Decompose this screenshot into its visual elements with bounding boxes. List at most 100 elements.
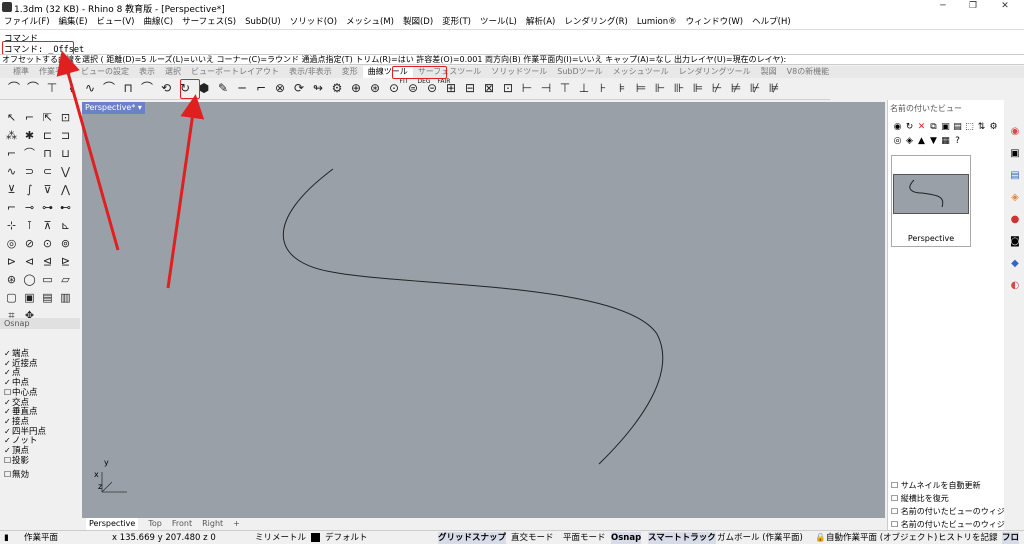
left-tool-icon[interactable]: ▣ — [22, 290, 37, 305]
left-tool-icon[interactable]: ⇱ — [40, 110, 55, 125]
toolbar-tool-icon[interactable]: ∿ — [82, 80, 98, 97]
named-view-tool-icon[interactable]: ↻ — [904, 122, 915, 133]
toolbar-tool-icon[interactable]: ⊮ — [747, 80, 763, 97]
toolbar-tool-icon[interactable]: ⊦ — [595, 80, 611, 97]
maximize-icon[interactable]: ❐ — [966, 1, 980, 13]
toolbar-tool-icon[interactable]: ↬ — [310, 80, 326, 97]
left-tool-icon[interactable]: ⊴ — [40, 254, 55, 269]
camera-icon[interactable]: ◙ — [1009, 236, 1021, 248]
menu-item[interactable]: 解析(A) — [526, 15, 555, 29]
perspective-viewport[interactable]: x y z — [82, 102, 885, 518]
tab-10[interactable]: ソリッドツール — [486, 66, 552, 78]
tab-4[interactable]: 選択 — [160, 66, 186, 78]
menu-item[interactable]: SubD(U) — [245, 15, 281, 29]
osnap-item-12[interactable]: ☐無効 — [4, 468, 29, 480]
left-tool-icon[interactable]: ⊹ — [4, 218, 19, 233]
viewport-tab-4[interactable]: + — [233, 518, 240, 530]
left-tool-icon[interactable]: ⊡ — [58, 110, 73, 125]
menu-item[interactable]: レンダリング(R) — [564, 15, 628, 29]
left-tool-icon[interactable]: ◯ — [22, 272, 37, 287]
osnap-checkbox[interactable]: ☐ — [4, 470, 12, 479]
toolbar-tool-icon[interactable]: ⊟ — [462, 80, 478, 97]
tab-0[interactable]: 標準 — [8, 66, 34, 78]
osnap-item-11[interactable]: ☐投影 — [4, 454, 29, 466]
viewport-tab-0[interactable]: Perspective — [86, 518, 139, 530]
menu-item[interactable]: メッシュ(M) — [346, 15, 394, 29]
toolbar-tool-icon[interactable]: ⊥ — [576, 80, 592, 97]
tab-13[interactable]: レンダリングツール — [674, 66, 756, 78]
menu-item[interactable]: ヘルプ(H) — [752, 15, 791, 29]
menu-item[interactable]: 製図(D) — [403, 15, 433, 29]
option-checkbox[interactable]: ☐ — [891, 520, 901, 529]
viewport-tab-2[interactable]: Front — [172, 518, 192, 530]
option-checkbox[interactable]: ☐ — [891, 481, 901, 490]
bell-icon[interactable]: ◆ — [1009, 258, 1021, 270]
left-tool-icon[interactable]: ⋀ — [58, 182, 73, 197]
color-wheel-icon[interactable]: ◉ — [1009, 126, 1021, 138]
status-layer[interactable]: デフォルト — [325, 532, 368, 544]
left-tool-icon[interactable]: ⋁ — [58, 164, 73, 179]
left-tool-icon[interactable]: ⊲ — [22, 254, 37, 269]
tab-5[interactable]: ビューポートレイアウト — [186, 66, 284, 78]
menu-item[interactable]: Lumion® — [637, 15, 677, 29]
toolbar-tool-icon[interactable]: ⚙ — [329, 80, 345, 97]
toolbar-tool-icon[interactable]: ⌒ — [139, 80, 155, 97]
layers-icon[interactable]: ◈ — [1009, 192, 1021, 204]
menu-item[interactable]: ビュー(V) — [97, 15, 135, 29]
left-tool-icon[interactable]: ⁂ — [4, 128, 19, 143]
named-view-option-2[interactable]: ☐ 名前の付いたビューのウィジェ — [891, 506, 1013, 517]
gumball-toggle[interactable]: ガムボール (作業平面) — [717, 532, 803, 544]
help-icon[interactable]: ◐ — [1009, 280, 1021, 292]
left-tool-icon[interactable]: ◎ — [4, 236, 19, 251]
named-view-option-1[interactable]: ☐ 縦横比を復元 — [891, 493, 949, 504]
toolbar-tool-icon[interactable]: ⊣ — [538, 80, 554, 97]
tab-11[interactable]: SubDツール — [552, 66, 607, 78]
option-checkbox[interactable]: ☐ — [891, 494, 901, 503]
left-tool-icon[interactable]: ⊳ — [4, 254, 19, 269]
toolbar-tool-icon[interactable]: ⟳ — [291, 80, 307, 97]
menu-item[interactable]: ウィンドウ(W) — [686, 15, 744, 29]
toolbar-tool-icon[interactable]: ─ — [234, 80, 250, 97]
left-tool-icon[interactable]: ▤ — [40, 290, 55, 305]
left-tool-icon[interactable]: ⊾ — [58, 218, 73, 233]
history-toggle[interactable]: ヒストリを記録 — [938, 532, 998, 544]
minimize-icon[interactable]: ─ — [936, 1, 950, 13]
viewport-tab-1[interactable]: Top — [148, 518, 162, 530]
tab-7[interactable]: 変形 — [337, 66, 363, 78]
toolbar-tool-icon[interactable]: ⊡ — [500, 80, 516, 97]
menu-item[interactable]: サーフェス(S) — [182, 15, 236, 29]
left-tool-icon[interactable]: ✱ — [22, 128, 37, 143]
toolbar-tool-icon[interactable]: ⌇ — [63, 80, 79, 97]
named-view-option-3[interactable]: ☐ 名前の付いたビューのウィジェ — [891, 519, 1013, 530]
left-tool-icon[interactable]: ⊼ — [40, 218, 55, 233]
left-tool-icon[interactable]: ⊃ — [22, 164, 37, 179]
auto-cplane-toggle[interactable]: 自動作業平面 (オブジェクト) — [826, 532, 937, 544]
toolbar-tool-icon[interactable]: ⊠ — [481, 80, 497, 97]
planar-toggle[interactable]: 平面モード — [563, 532, 606, 544]
left-tool-icon[interactable]: ⊙ — [40, 236, 55, 251]
option-checkbox[interactable]: ☐ — [891, 507, 901, 516]
left-tool-icon[interactable]: ∿ — [4, 164, 19, 179]
command-line[interactable]: オフセットする曲線を選択 ( 距離(D)=5 ルーズ(L)=いいえ コーナー(C… — [0, 54, 1024, 65]
named-view-tool-icon[interactable]: ▣ — [940, 122, 951, 133]
tab-1[interactable]: 作業平面 — [34, 66, 76, 78]
toolbar-tool-icon[interactable]: ⊤ — [557, 80, 573, 97]
named-view-tool-icon[interactable]: ◈ — [904, 136, 915, 147]
toolbar-tool-icon[interactable]: ⌒ — [6, 80, 22, 97]
named-view-tool-icon[interactable]: ▼ — [928, 136, 939, 147]
toolbar-tool-icon[interactable]: ⊧ — [614, 80, 630, 97]
smart-track-toggle[interactable]: スマートトラック — [648, 532, 716, 544]
left-tool-icon[interactable]: ▭ — [40, 272, 55, 287]
left-tool-icon[interactable]: ⊚ — [58, 236, 73, 251]
left-tool-icon[interactable]: ⊵ — [58, 254, 73, 269]
toolbar-tool-icon[interactable]: ⊓ — [120, 80, 136, 97]
named-view-tool-icon[interactable]: ⧉ — [928, 122, 939, 133]
toolbar-tool-icon[interactable]: ⌐ — [253, 80, 269, 97]
menu-item[interactable]: ツール(L) — [480, 15, 517, 29]
left-tool-icon[interactable]: ⊐ — [58, 128, 73, 143]
left-tool-icon[interactable]: ⊸ — [22, 200, 37, 215]
toolbar-tool-icon[interactable]: ⊩ — [652, 80, 668, 97]
left-tool-icon[interactable]: ⊘ — [22, 236, 37, 251]
image-icon[interactable]: ▤ — [1009, 170, 1021, 182]
named-view-tool-icon[interactable]: ? — [952, 136, 963, 147]
